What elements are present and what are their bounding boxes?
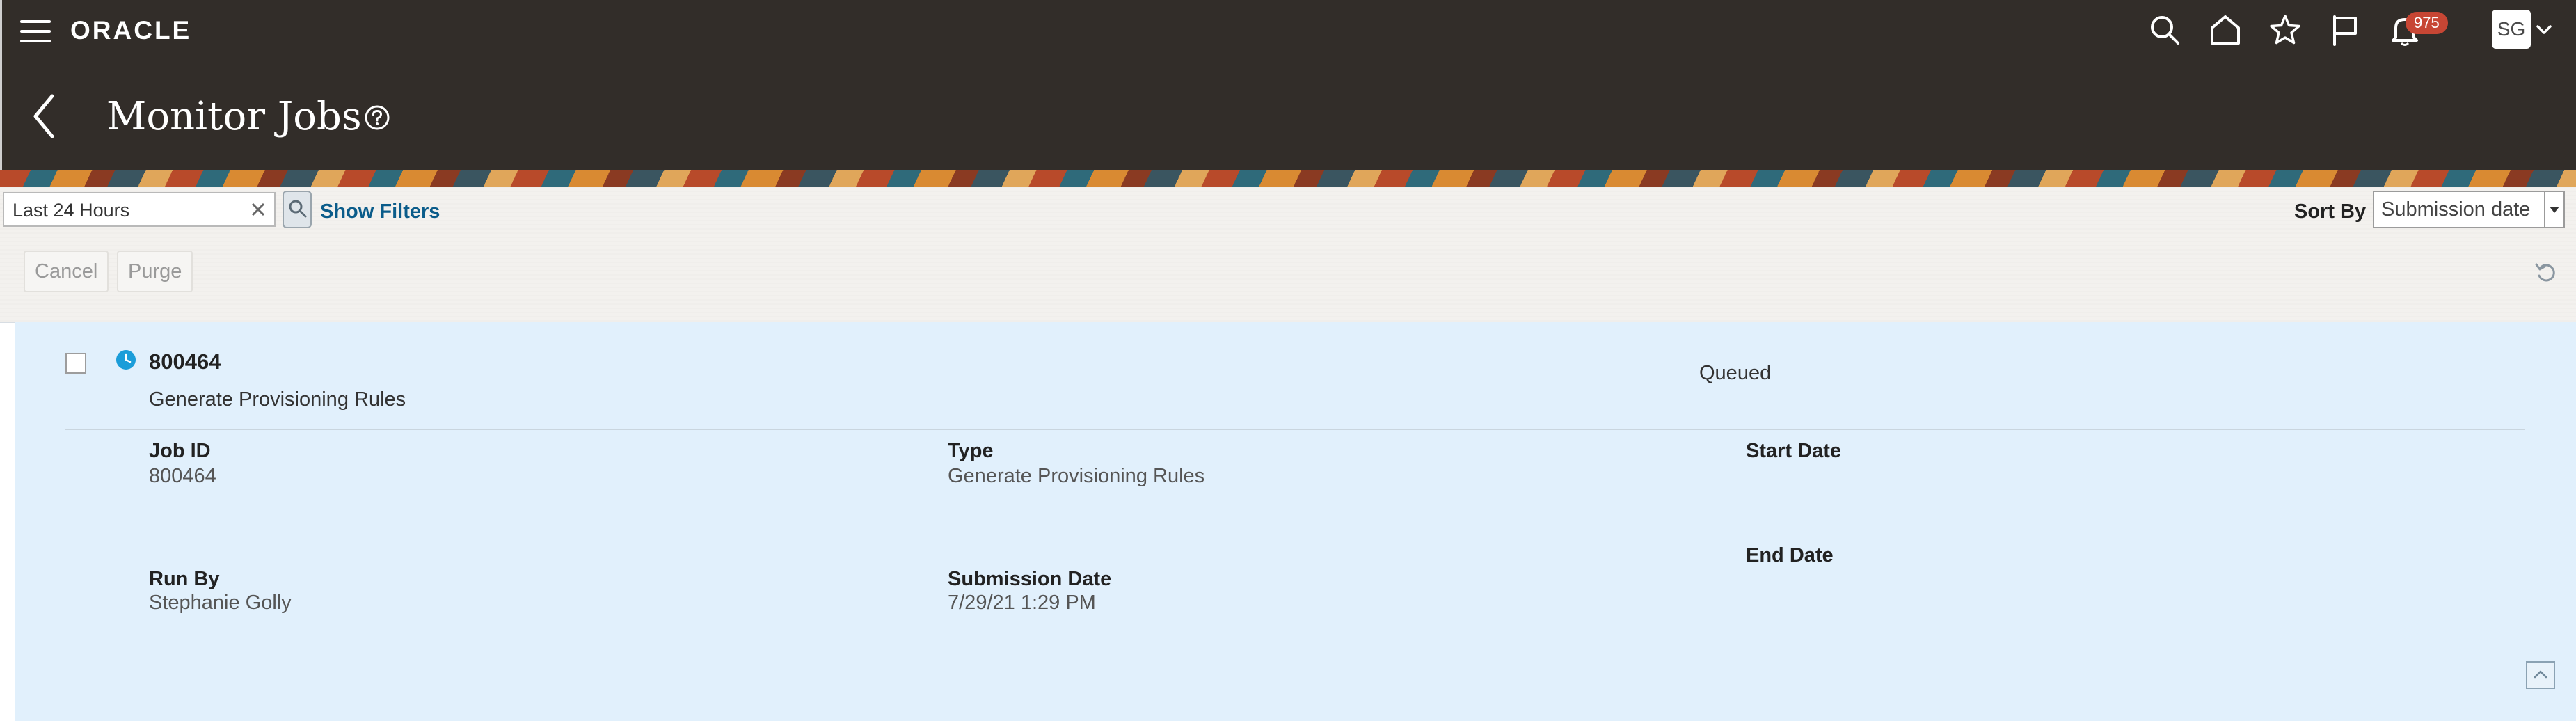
job-id-value: 800464 bbox=[149, 465, 216, 487]
clear-icon[interactable] bbox=[249, 200, 267, 219]
decorative-banner bbox=[0, 170, 2576, 187]
purge-button[interactable]: Purge bbox=[117, 251, 193, 292]
hamburger-menu-icon[interactable] bbox=[20, 19, 51, 44]
user-avatar[interactable]: SG bbox=[2492, 10, 2531, 49]
page-title: Monitor Jobs bbox=[106, 94, 362, 139]
end-date-label: End Date bbox=[1746, 544, 1834, 566]
star-icon[interactable] bbox=[2268, 13, 2303, 47]
sort-by-select[interactable]: Submission date bbox=[2373, 191, 2565, 228]
type-label: Type bbox=[948, 440, 994, 462]
global-header: ORACLE 975 SG Monitor Jobs bbox=[0, 0, 2576, 170]
search-field[interactable] bbox=[3, 192, 276, 227]
type-value: Generate Provisioning Rules bbox=[948, 465, 1205, 487]
search-button[interactable] bbox=[283, 191, 312, 228]
divider bbox=[65, 429, 2525, 430]
collapse-icon[interactable] bbox=[2526, 661, 2555, 689]
cancel-button[interactable]: Cancel bbox=[24, 251, 109, 292]
search-icon bbox=[289, 200, 307, 218]
job-number[interactable]: 800464 bbox=[149, 348, 221, 376]
run-by-label: Run By bbox=[149, 568, 220, 590]
job-name: Generate Provisioning Rules bbox=[149, 388, 406, 411]
notification-count-badge: 975 bbox=[2406, 12, 2448, 34]
home-icon[interactable] bbox=[2208, 13, 2243, 47]
clock-status-icon bbox=[116, 349, 136, 370]
show-filters-link[interactable]: Show Filters bbox=[320, 198, 440, 225]
run-by-value: Stephanie Golly bbox=[149, 592, 292, 614]
refresh-icon[interactable] bbox=[2534, 260, 2558, 284]
job-detail-card bbox=[15, 322, 2576, 721]
job-select-checkbox[interactable] bbox=[65, 353, 86, 374]
help-icon[interactable] bbox=[364, 104, 390, 131]
back-arrow-icon[interactable] bbox=[30, 92, 58, 141]
start-date-label: Start Date bbox=[1746, 440, 1841, 462]
dropdown-arrow-icon[interactable] bbox=[2544, 192, 2563, 227]
sort-by-value: Submission date bbox=[2381, 198, 2531, 221]
submission-date-value: 7/29/21 1:29 PM bbox=[948, 592, 1096, 614]
sort-by-label: Sort By bbox=[2294, 200, 2367, 223]
submission-date-label: Submission Date bbox=[948, 568, 1112, 590]
chevron-down-icon[interactable] bbox=[2535, 21, 2553, 39]
job-status: Queued bbox=[1699, 362, 1772, 384]
flag-icon[interactable] bbox=[2328, 13, 2362, 47]
job-id-label: Job ID bbox=[149, 440, 211, 462]
oracle-logo: ORACLE bbox=[70, 16, 192, 45]
search-icon[interactable] bbox=[2147, 13, 2182, 47]
search-input[interactable] bbox=[11, 193, 244, 227]
